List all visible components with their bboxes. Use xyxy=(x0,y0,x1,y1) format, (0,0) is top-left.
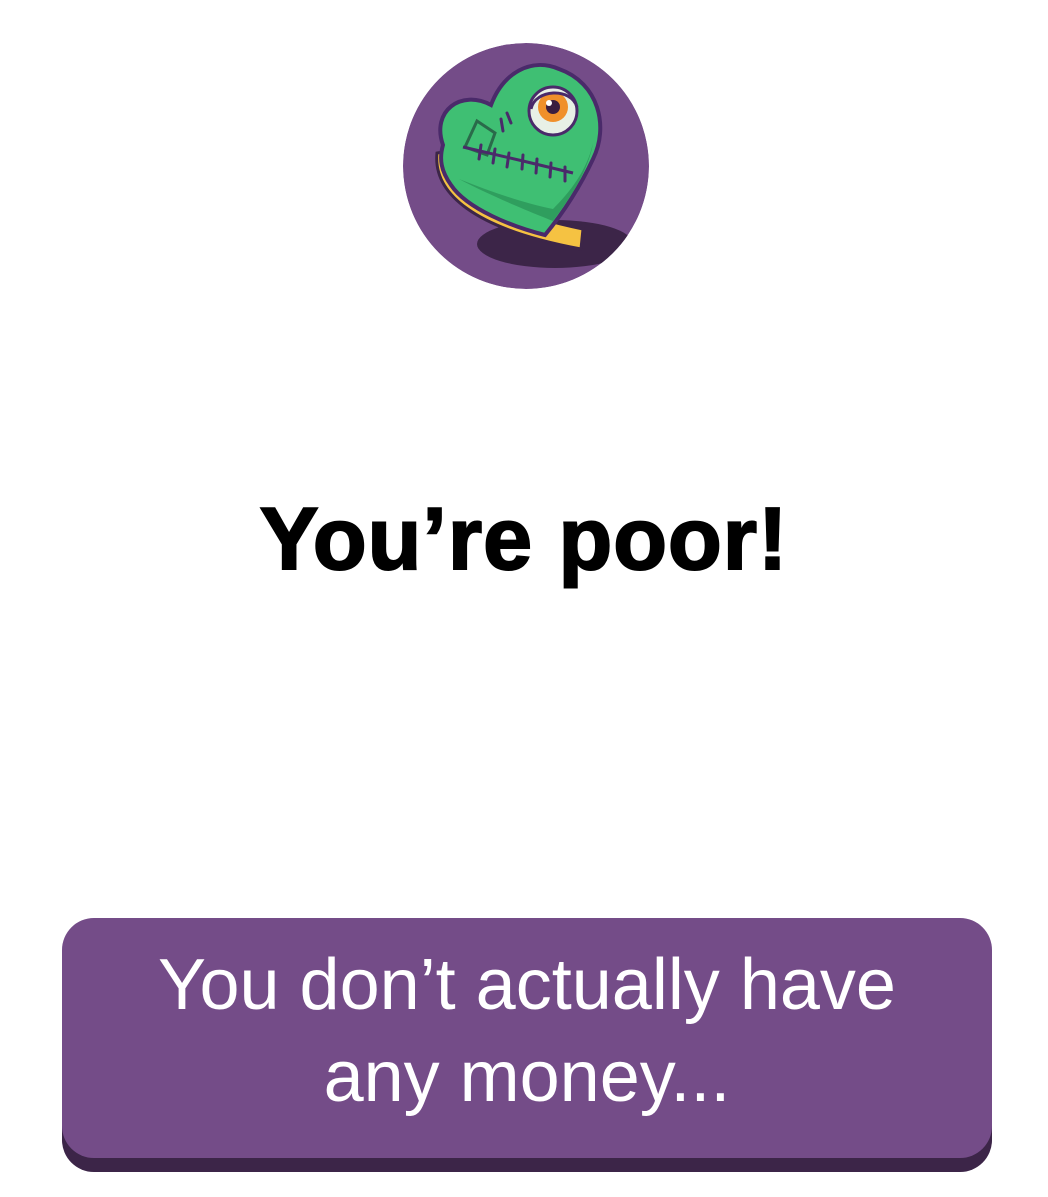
green-patched-heart-eye-icon xyxy=(403,43,649,289)
avatar xyxy=(403,43,649,289)
message-button[interactable]: You don’t actually have any money... xyxy=(62,918,992,1158)
message-text: You don’t actually have any money... xyxy=(158,945,896,1117)
page-title: You’re poor! xyxy=(259,488,789,589)
